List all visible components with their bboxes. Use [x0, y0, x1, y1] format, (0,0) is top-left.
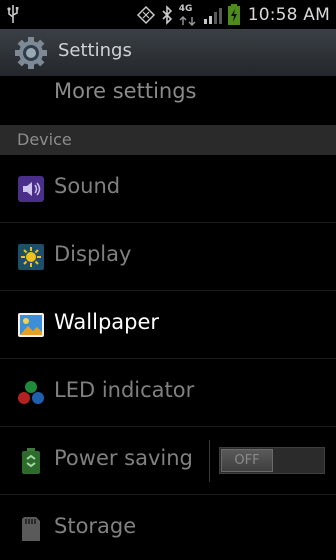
toggle-separator — [209, 440, 210, 482]
settings-item-label: Wallpaper — [54, 310, 160, 334]
display-icon — [18, 244, 44, 270]
section-header-device: Device — [0, 125, 336, 155]
more-settings-item[interactable]: More settings — [0, 0, 336, 125]
wallpaper-icon — [18, 313, 44, 337]
settings-item-label: Display — [54, 242, 132, 266]
settings-item-led-indicator[interactable]: LED indicator — [0, 359, 336, 427]
section-label: Device — [17, 130, 72, 149]
more-settings-label: More settings — [54, 79, 197, 103]
settings-item-storage[interactable]: Storage — [0, 495, 336, 560]
toggle-knob: OFF — [221, 449, 273, 472]
power-saving-icon — [22, 448, 40, 474]
settings-item-label: Power saving — [54, 446, 193, 470]
settings-item-label: Sound — [54, 174, 121, 198]
led-indicator-icon — [18, 381, 44, 404]
storage-icon — [22, 517, 40, 541]
settings-item-label: LED indicator — [54, 378, 195, 402]
settings-item-sound[interactable]: Sound — [0, 155, 336, 223]
settings-item-wallpaper[interactable]: Wallpaper — [0, 291, 336, 359]
power-saving-toggle[interactable]: OFF — [219, 447, 325, 474]
settings-item-label: Storage — [54, 514, 137, 538]
sound-icon — [18, 176, 44, 202]
toggle-state-label: OFF — [234, 453, 260, 468]
settings-item-power-saving[interactable]: Power saving OFF — [0, 427, 336, 495]
settings-item-display[interactable]: Display — [0, 223, 336, 291]
